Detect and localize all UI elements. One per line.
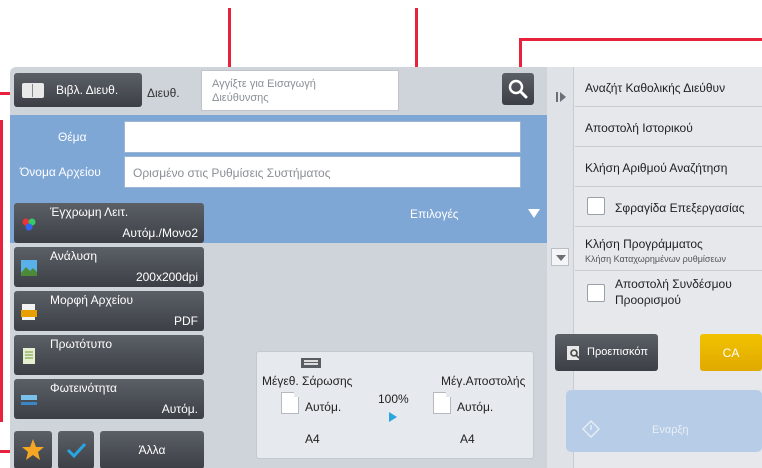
scroll-down-button[interactable] <box>551 248 569 266</box>
destination-input[interactable]: Αγγίξτε για Εισαγωγή Διεύθυνσης <box>201 70 399 111</box>
color-mode-title: Έγχρωμη Λειτ. <box>50 205 129 219</box>
resolution-button[interactable]: Ανάλυση 200x200dpi <box>14 247 204 287</box>
original-icon <box>23 348 35 364</box>
call-program-button[interactable]: Κλήση Προγράμματος Κλήση Καταχωρημένων ρ… <box>575 227 762 271</box>
callout-line-destination <box>228 8 231 68</box>
resolution-title: Ανάλυση <box>50 249 98 263</box>
scan-size-label: Μέγεθ. Σάρωσης <box>262 374 353 388</box>
filename-label: Όνομα Αρχείου <box>20 165 101 179</box>
scan-paper-size: A4 <box>305 432 320 446</box>
search-icon <box>508 79 528 99</box>
send-paper-icon <box>433 392 451 414</box>
destination-placeholder-line1: Αγγίξτε για Εισαγωγή <box>212 78 316 90</box>
exposure-title: Φωτεινότητα <box>50 381 117 395</box>
file-format-value: PDF <box>174 314 198 328</box>
scroll-down-icon <box>556 255 566 261</box>
preview-icon <box>567 346 580 360</box>
exposure-button[interactable]: Φωτεινότητα Αυτόμ. <box>14 379 204 419</box>
filename-input[interactable]: Ορισμένο στις Ρυθμίσεις Συστήματος <box>124 156 521 188</box>
subject-input[interactable] <box>124 121 521 153</box>
options-button[interactable]: Επιλογές <box>406 195 547 235</box>
color-mode-value: Αυτόμ./Μονο2 <box>122 226 198 240</box>
callout-line-search-h <box>519 38 762 41</box>
file-format-icon <box>21 304 37 320</box>
collapse-panel-icon[interactable] <box>555 91 567 103</box>
other-button[interactable]: Άλλα <box>100 431 204 468</box>
sending-history-label: Αποστολή Ιστορικού <box>585 121 693 135</box>
preview-label: Προεπισκόπ <box>587 346 648 358</box>
call-program-sublabel: Κλήση Καταχωρημένων ρυθμίσεων <box>585 254 726 264</box>
global-address-search-label: Αναζήτ Καθολικής Διεύθυν <box>585 81 726 95</box>
sending-history-button[interactable]: Αποστολή Ιστορικού <box>575 107 762 147</box>
destination-label: Διευθ. <box>147 86 180 100</box>
call-search-number-button[interactable]: Κλήση Αριθμού Αναζήτηση <box>575 147 762 187</box>
send-destination-link-label-2: Προορισμού <box>615 293 681 307</box>
scan-paper-icon <box>281 392 299 414</box>
scale-ratio: 100% <box>378 392 409 406</box>
color-mode-button[interactable]: Έγχρωμη Λειτ. Αυτόμ./Μονο2 <box>14 203 204 243</box>
start-button[interactable]: Εναρξη <box>566 390 762 452</box>
scan-auto: Αυτόμ. <box>305 400 342 414</box>
exposure-icon <box>21 395 37 405</box>
file-format-button[interactable]: Μορφή Αρχείου PDF <box>14 291 204 331</box>
clear-all-button[interactable]: CA <box>700 334 762 371</box>
send-size-label: Μέγ.Αποστολής <box>441 374 526 388</box>
scan-send-size-box[interactable]: Μέγεθ. Σάρωσης Μέγ.Αποστολής 100% Αυτόμ.… <box>256 351 534 459</box>
favorite-star-icon <box>22 439 44 460</box>
send-auto: Αυτόμ. <box>457 400 494 414</box>
clear-all-label: CA <box>722 346 740 360</box>
subject-label: Θέμα <box>58 130 87 144</box>
scanner-icon <box>301 358 321 368</box>
file-format-title: Μορφή Αρχείου <box>50 293 134 307</box>
exposure-value: Αυτόμ. <box>161 402 198 416</box>
options-label: Επιλογές <box>410 207 459 221</box>
call-program-label: Κλήση Προγράμματος <box>585 237 703 251</box>
verification-stamp-toggle[interactable]: Σφραγίδα Επεξεργασίας <box>575 187 762 227</box>
send-paper-size: A4 <box>460 432 475 446</box>
resolution-icon <box>21 260 37 276</box>
color-mode-icon <box>22 218 36 231</box>
preview-button[interactable]: Προεπισκόπ <box>555 334 658 371</box>
arrow-right-icon <box>389 412 397 422</box>
search-button[interactable] <box>502 73 534 105</box>
checkmark-icon <box>66 442 87 459</box>
address-book-icon <box>22 83 44 98</box>
callout-line-left-bracket <box>0 120 3 422</box>
call-search-number-label: Κλήση Αριθμού Αναζήτηση <box>585 161 728 175</box>
global-address-search-button[interactable]: Αναζήτ Καθολικής Διεύθυν <box>575 67 762 107</box>
original-button[interactable]: Πρωτότυπο <box>14 335 204 375</box>
resolution-value: 200x200dpi <box>135 270 198 284</box>
address-book-label: Βιβλ. Διευθ. <box>56 83 119 97</box>
start-icon <box>582 420 600 438</box>
address-book-button[interactable]: Βιβλ. Διευθ. <box>14 73 142 107</box>
send-destination-link-label-1: Αποστολή Συνδέσμου <box>615 277 732 291</box>
verification-stamp-checkbox[interactable] <box>587 197 605 215</box>
filename-placeholder: Ορισμένο στις Ρυθμίσεις Συστήματος <box>133 166 331 180</box>
send-destination-link-checkbox[interactable] <box>587 284 605 302</box>
destination-placeholder-line2: Διεύθυνσης <box>212 92 269 104</box>
original-title: Πρωτότυπο <box>50 337 113 351</box>
favorite-button[interactable] <box>14 431 52 468</box>
start-label: Εναρξη <box>652 424 689 436</box>
expand-options-icon <box>528 209 540 218</box>
verification-stamp-label: Σφραγίδα Επεξεργασίας <box>615 201 745 215</box>
check-button[interactable] <box>58 431 94 468</box>
other-label: Άλλα <box>138 443 166 457</box>
send-destination-link-toggle[interactable]: Αποστολή Συνδέσμου Προορισμού <box>575 271 762 315</box>
